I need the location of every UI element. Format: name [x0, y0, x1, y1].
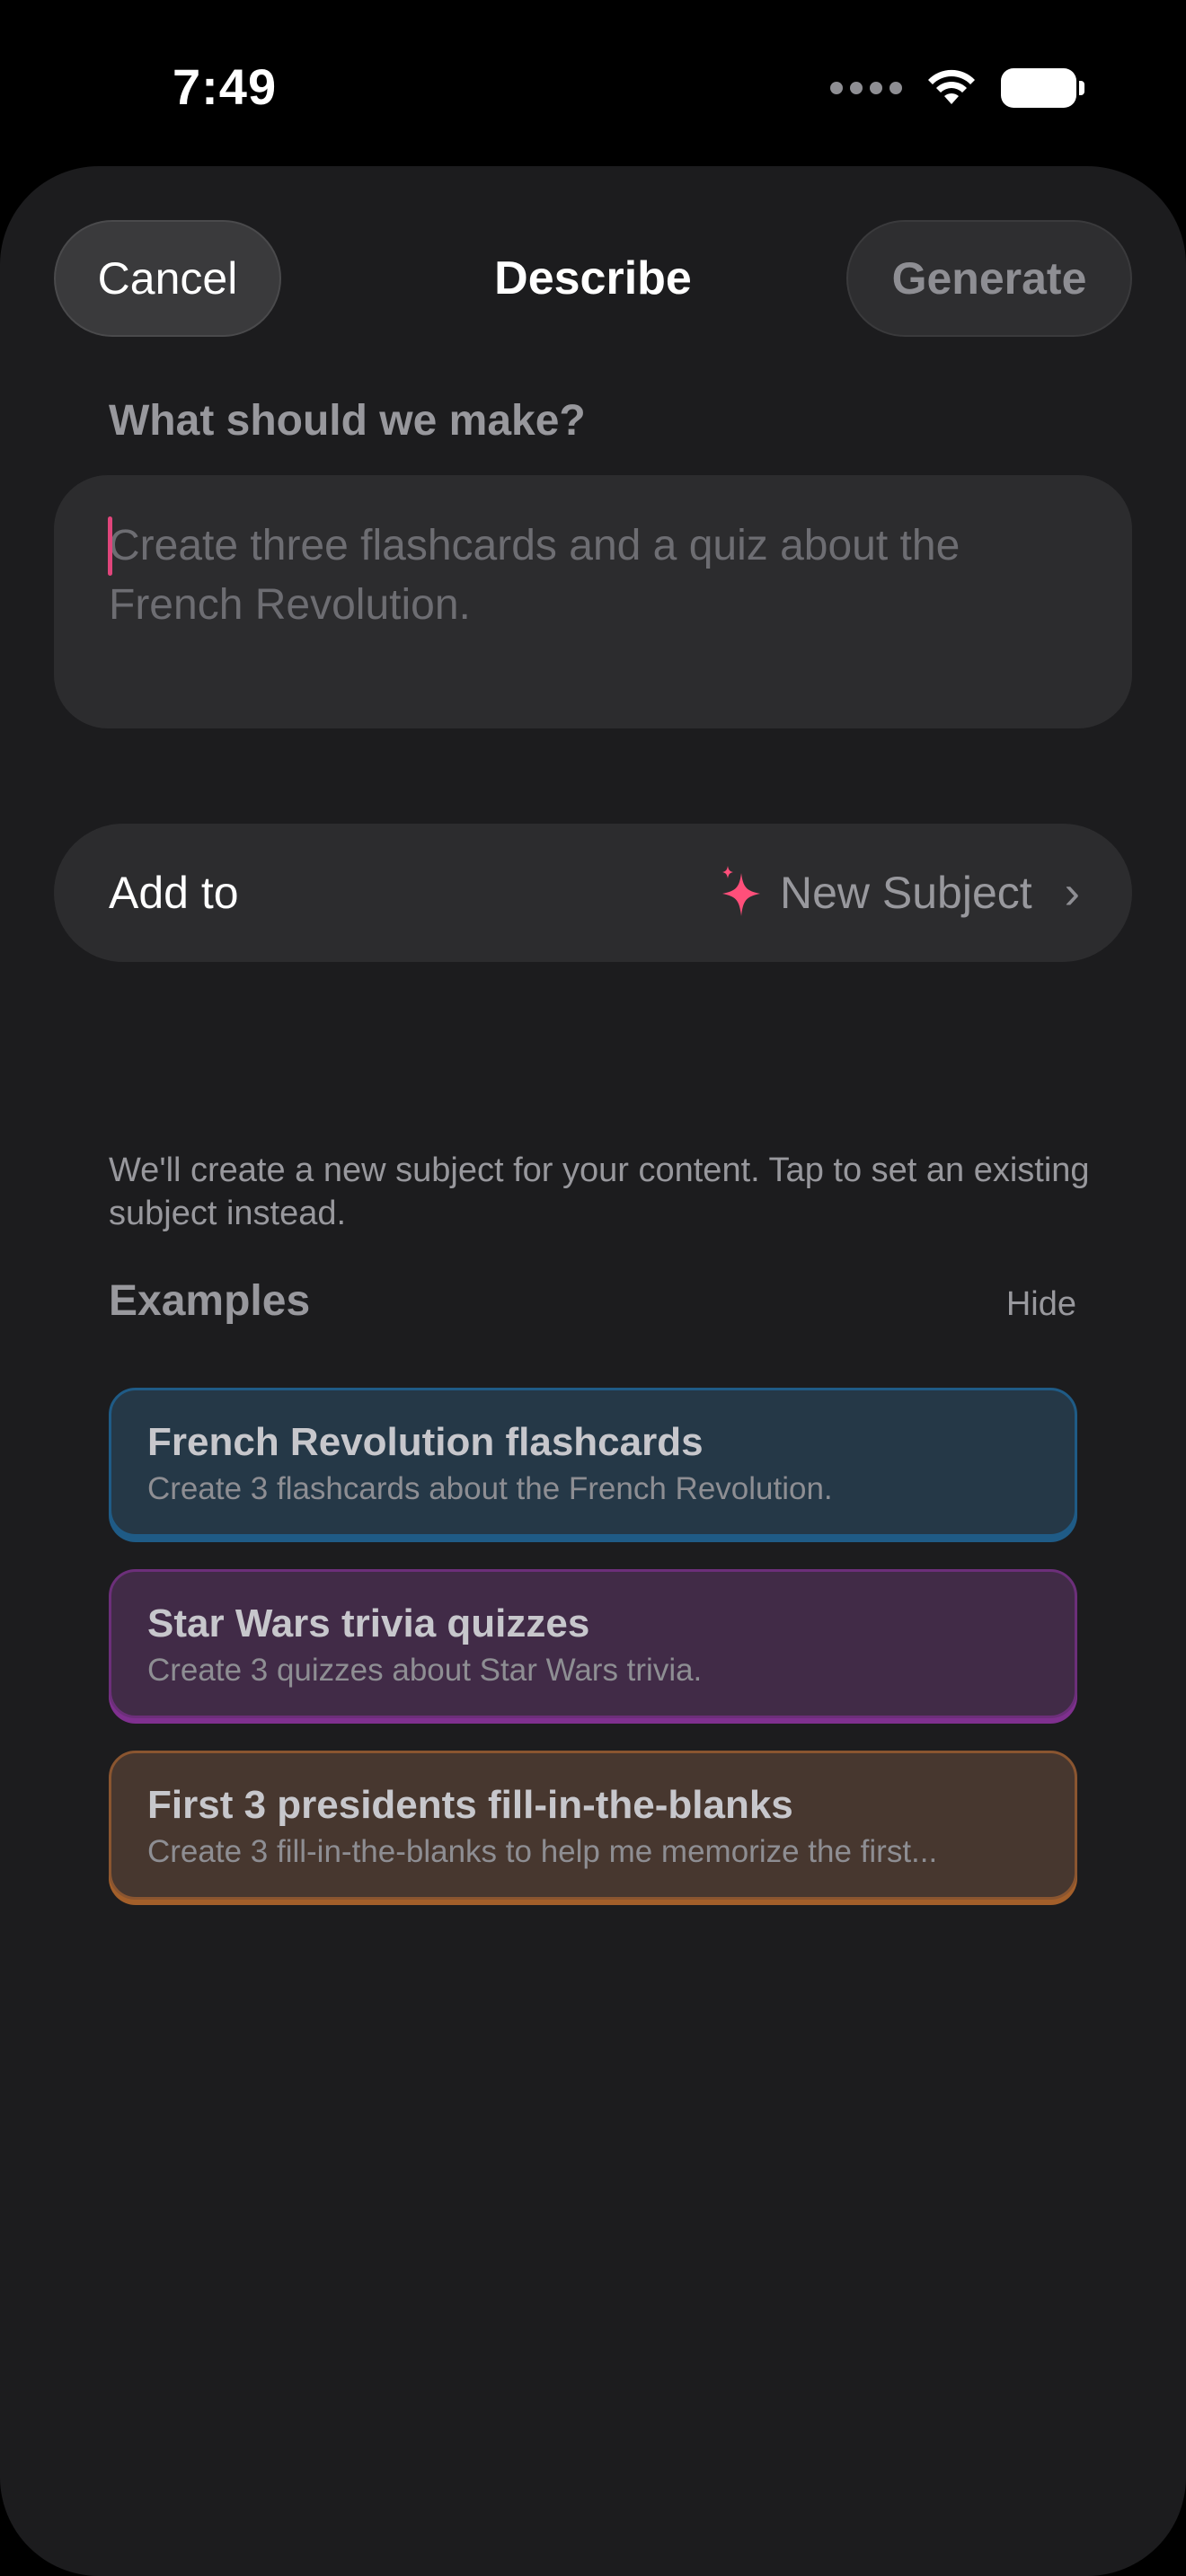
- generate-button[interactable]: Generate: [846, 220, 1132, 337]
- hide-examples-button[interactable]: Hide: [1006, 1285, 1076, 1324]
- status-icons: [830, 66, 1084, 110]
- wifi-icon: [928, 69, 975, 104]
- add-to-helper-text: We'll create a new subject for your cont…: [109, 1151, 1090, 1232]
- example-description: Create 3 fill-in-the-blanks to help me m…: [147, 1834, 938, 1869]
- chevron-right-icon: ›: [1064, 867, 1080, 919]
- text-caret: [108, 516, 112, 576]
- add-to-subject-value: New Subject: [779, 868, 1032, 918]
- status-bar: 7:49: [0, 0, 1186, 162]
- example-description: Create 3 quizzes about Star Wars trivia.: [147, 1653, 703, 1688]
- describe-sheet: Describe Cancel Generate What should we …: [0, 166, 1186, 2576]
- prompt-label: What should we make?: [109, 397, 586, 445]
- prompt-input[interactable]: Create three flashcards and a quiz about…: [54, 475, 1132, 728]
- cancel-button[interactable]: Cancel: [54, 220, 281, 337]
- cellular-dots-icon: [830, 82, 902, 94]
- example-title: First 3 presidents fill-in-the-blanks: [147, 1783, 793, 1827]
- example-card-french-revolution[interactable]: French Revolution flashcards Create 3 fl…: [109, 1388, 1077, 1537]
- example-card-presidents[interactable]: First 3 presidents fill-in-the-blanks Cr…: [109, 1751, 1077, 1900]
- example-title: Star Wars trivia quizzes: [147, 1601, 590, 1645]
- example-description: Create 3 flashcards about the French Rev…: [147, 1471, 833, 1506]
- status-time: 7:49: [173, 58, 278, 115]
- add-to-label: Add to: [109, 868, 239, 918]
- sparkles-icon: [721, 866, 760, 916]
- example-card-star-wars[interactable]: Star Wars trivia quizzes Create 3 quizze…: [109, 1569, 1077, 1718]
- add-to-value: New Subject ›: [719, 866, 1080, 920]
- example-title: French Revolution flashcards: [147, 1420, 704, 1464]
- prompt-placeholder: Create three flashcards and a quiz about…: [108, 516, 1078, 635]
- add-to-subject-row[interactable]: Add to New Subject ›: [54, 824, 1132, 962]
- examples-title: Examples: [109, 1277, 311, 1325]
- battery-icon: [1001, 68, 1084, 108]
